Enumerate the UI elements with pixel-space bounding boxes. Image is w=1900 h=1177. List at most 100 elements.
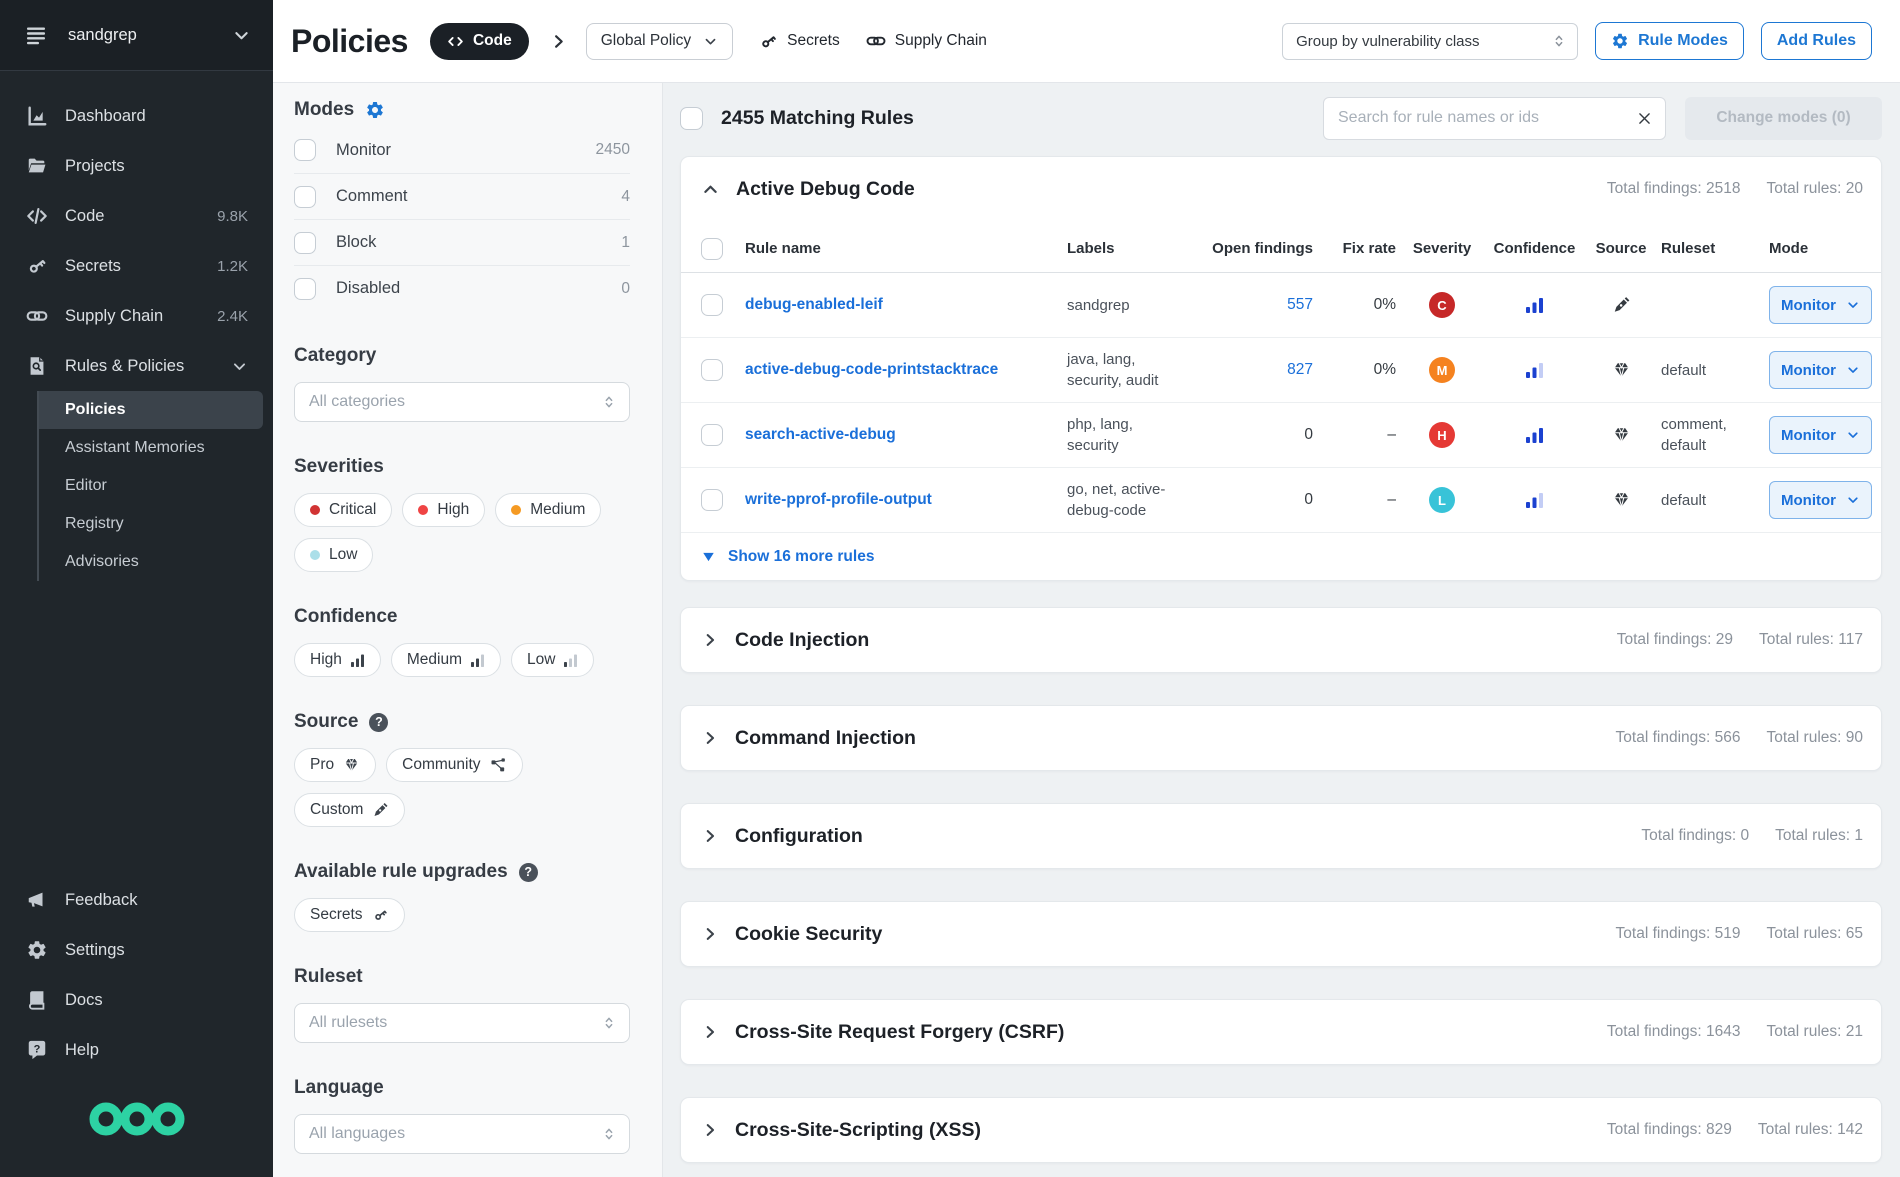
disabled-checkbox[interactable] xyxy=(294,278,316,300)
rule-group-configuration[interactable]: Configuration Total findings: 0 Total ru… xyxy=(680,803,1882,869)
collapse-group-button[interactable] xyxy=(701,180,720,199)
add-rules-button[interactable]: Add Rules xyxy=(1761,22,1872,60)
table-header: Rule name Labels Open findings Fix rate … xyxy=(681,225,1881,273)
rule-name-link[interactable]: search-active-debug xyxy=(745,426,1067,444)
open-findings-link[interactable]: 557 xyxy=(1287,296,1313,314)
rule-group-xss[interactable]: Cross-Site-Scripting (XSS) Total finding… xyxy=(680,1097,1882,1163)
matching-rules-count: 2455 Matching Rules xyxy=(721,107,914,130)
confidence-medium-icon xyxy=(1525,492,1544,509)
confidence-pill-high[interactable]: High xyxy=(294,643,381,677)
group-total-rules: Total rules: 21 xyxy=(1767,1023,1864,1041)
select-all-checkbox[interactable] xyxy=(680,107,703,130)
rule-search-input[interactable] xyxy=(1338,109,1636,127)
sidebar-item-projects[interactable]: Projects xyxy=(0,141,273,191)
triangle-down-icon xyxy=(701,550,716,564)
help-tooltip-icon[interactable]: ? xyxy=(519,863,538,882)
row-checkbox[interactable] xyxy=(701,489,723,511)
row-checkbox[interactable] xyxy=(701,359,723,381)
sidebar-item-label: Dashboard xyxy=(65,107,146,126)
help-tooltip-icon[interactable]: ? xyxy=(369,713,388,732)
category-select[interactable]: All categories xyxy=(294,382,630,422)
nav-supply-chain[interactable]: Supply Chain xyxy=(866,31,987,51)
comment-checkbox[interactable] xyxy=(294,186,316,208)
mode-label: Comment xyxy=(336,187,408,206)
sidebar-item-count: 1.2K xyxy=(217,258,248,275)
group-by-select[interactable]: Group by vulnerability class xyxy=(1282,23,1578,60)
select-group-checkbox[interactable] xyxy=(701,238,723,260)
change-modes-button[interactable]: Change modes (0) xyxy=(1685,97,1882,140)
sidebar-item-secrets[interactable]: Secrets 1.2K xyxy=(0,241,273,291)
rule-name-link[interactable]: write-pprof-profile-output xyxy=(745,491,1067,509)
fix-rate-value: – xyxy=(1387,426,1396,444)
show-more-rules[interactable]: Show 16 more rules xyxy=(681,533,1881,580)
mode-select[interactable]: Monitor xyxy=(1769,286,1872,324)
sidebar-item-help[interactable]: ? Help xyxy=(0,1025,273,1075)
medium-dot-icon xyxy=(511,505,521,515)
tab-code[interactable]: Code xyxy=(430,23,529,60)
org-switcher[interactable]: sandgrep xyxy=(0,0,273,71)
confidence-pill-low[interactable]: Low xyxy=(511,643,594,677)
critical-dot-icon xyxy=(310,505,320,515)
nav-supply-chain-label: Supply Chain xyxy=(895,32,987,50)
filter-severities-heading: Severities xyxy=(294,456,630,478)
select-arrows-icon xyxy=(1551,33,1567,49)
confidence-pill-medium[interactable]: Medium xyxy=(391,643,501,677)
row-checkbox[interactable] xyxy=(701,294,723,316)
mode-select[interactable]: Monitor xyxy=(1769,416,1872,454)
sidebar-subitem-assistant-memories[interactable]: Assistant Memories xyxy=(39,429,263,467)
sidebar-item-supply-chain[interactable]: Supply Chain 2.4K xyxy=(0,291,273,341)
ruleset-select[interactable]: All rulesets xyxy=(294,1003,630,1043)
bars-high-icon xyxy=(351,654,365,667)
sidebar-subitem-registry[interactable]: Registry xyxy=(39,505,263,543)
sidebar-subitem-advisories[interactable]: Advisories xyxy=(39,543,263,581)
rule-name-link[interactable]: debug-enabled-leif xyxy=(745,296,1067,314)
severity-pill-critical[interactable]: Critical xyxy=(294,493,392,527)
rule-name-link[interactable]: active-debug-code-printstacktrace xyxy=(745,361,1067,379)
sidebar-item-settings[interactable]: Settings xyxy=(0,925,273,975)
gear-icon[interactable] xyxy=(365,100,385,120)
select-arrows-icon xyxy=(601,1015,617,1031)
rule-group-csrf[interactable]: Cross-Site Request Forgery (CSRF) Total … xyxy=(680,999,1882,1065)
key-icon xyxy=(759,32,778,51)
clear-search-icon[interactable] xyxy=(1636,110,1653,127)
group-total-rules: Total rules: 65 xyxy=(1767,925,1864,943)
rule-group-code-injection[interactable]: Code Injection Total findings: 29 Total … xyxy=(680,607,1882,673)
chain-link-icon xyxy=(25,304,49,328)
code-icon xyxy=(25,204,49,228)
policy-select[interactable]: Global Policy xyxy=(586,23,733,60)
sidebar-item-feedback[interactable]: Feedback xyxy=(0,875,273,925)
mode-select[interactable]: Monitor xyxy=(1769,481,1872,519)
sidebar-subitem-policies[interactable]: Policies xyxy=(39,391,263,429)
group-title: Code Injection xyxy=(735,629,869,652)
mode-count: 0 xyxy=(621,280,630,298)
column-fix-rate: Fix rate xyxy=(1343,240,1396,257)
severity-pill-low[interactable]: Low xyxy=(294,538,373,572)
group-total-findings: Total findings: 566 xyxy=(1616,729,1741,747)
sidebar-item-docs[interactable]: Docs xyxy=(0,975,273,1025)
language-select[interactable]: All languages xyxy=(294,1114,630,1154)
chevron-right-icon xyxy=(701,827,719,845)
monitor-checkbox[interactable] xyxy=(294,139,316,161)
rule-group-command-injection[interactable]: Command Injection Total findings: 566 To… xyxy=(680,705,1882,771)
sidebar-item-code[interactable]: Code 9.8K xyxy=(0,191,273,241)
source-pill-community[interactable]: Community xyxy=(386,748,522,782)
source-pill-custom[interactable]: Custom xyxy=(294,793,405,827)
sidebar-item-dashboard[interactable]: Dashboard xyxy=(0,91,273,141)
block-checkbox[interactable] xyxy=(294,232,316,254)
group-header[interactable]: Active Debug Code Total findings: 2518 T… xyxy=(681,157,1881,221)
sidebar-item-rules-policies[interactable]: Rules & Policies xyxy=(0,341,273,391)
mode-select[interactable]: Monitor xyxy=(1769,351,1872,389)
sidebar-subitem-editor[interactable]: Editor xyxy=(39,467,263,505)
mode-count: 2450 xyxy=(596,141,630,159)
rule-group-cookie-security[interactable]: Cookie Security Total findings: 519 Tota… xyxy=(680,901,1882,967)
open-findings-link[interactable]: 827 xyxy=(1287,361,1313,379)
severity-pill-high[interactable]: High xyxy=(402,493,485,527)
group-title: Configuration xyxy=(735,825,863,848)
hamburger-menu-icon[interactable] xyxy=(24,23,48,47)
nav-secrets[interactable]: Secrets xyxy=(759,32,840,51)
source-pill-pro[interactable]: Pro xyxy=(294,748,376,782)
rule-modes-button[interactable]: Rule Modes xyxy=(1595,22,1744,60)
severity-pill-medium[interactable]: Medium xyxy=(495,493,601,527)
row-checkbox[interactable] xyxy=(701,424,723,446)
upgrade-pill-secrets[interactable]: Secrets xyxy=(294,898,405,932)
